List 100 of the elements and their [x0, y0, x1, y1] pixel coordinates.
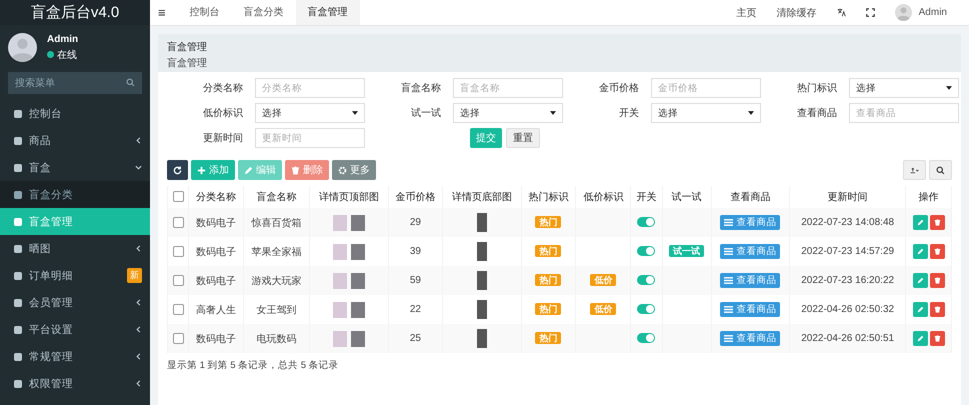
trash-icon: [934, 277, 941, 284]
list-icon: [724, 305, 734, 314]
delete-button[interactable]: [930, 215, 945, 230]
select-all-checkbox[interactable]: [172, 191, 184, 202]
more-button[interactable]: 更多: [332, 160, 376, 180]
row-checkbox[interactable]: [172, 332, 184, 344]
photo-placeholder: [476, 329, 487, 348]
menu-item[interactable]: 商品: [0, 127, 150, 154]
user-status: 在线: [57, 48, 77, 62]
pencil-icon: [916, 248, 924, 255]
nav-tab[interactable]: 控制台: [178, 0, 232, 25]
photo-placeholder: [476, 213, 487, 232]
filter-select[interactable]: 选择: [849, 78, 959, 98]
photo-placeholder: [332, 272, 347, 288]
filter-field[interactable]: 查看商品: [849, 103, 959, 123]
edit-button[interactable]: [912, 215, 928, 230]
breadcrumb: 盲盒管理: [167, 56, 208, 70]
low-price-label: 低价: [590, 274, 616, 286]
menu-item[interactable]: 权限管理: [0, 370, 150, 397]
trash-icon: [934, 248, 941, 255]
photo-placeholder: [350, 330, 365, 346]
list-icon: [724, 247, 734, 256]
top-link[interactable]: 清除缓存: [776, 6, 817, 20]
toggle-switch[interactable]: [637, 304, 656, 314]
filter-select[interactable]: 选择: [651, 103, 761, 123]
edit-button[interactable]: [912, 244, 928, 259]
edit-button[interactable]: [912, 331, 928, 346]
toggle-switch[interactable]: [637, 217, 656, 228]
menu-item[interactable]: 控制台: [0, 100, 150, 127]
filter-field[interactable]: 更新时间: [255, 128, 365, 148]
filter-label: 热门标识: [796, 82, 838, 95]
try-label: 试一试: [669, 245, 704, 257]
fullscreen-icon[interactable]: [866, 8, 875, 17]
edit-button[interactable]: [912, 273, 928, 288]
nav-tab[interactable]: 盲盒分类: [232, 0, 296, 25]
row-checkbox[interactable]: [172, 246, 184, 257]
delete-button[interactable]: [930, 244, 945, 259]
toggle-switch[interactable]: [637, 333, 656, 344]
list-icon: [724, 276, 734, 285]
hot-label: 热门: [535, 245, 562, 257]
photo-placeholder: [332, 244, 347, 260]
filter-select[interactable]: 选择: [255, 103, 365, 123]
chevron-left-icon: [135, 137, 142, 144]
gear-icon: [338, 166, 347, 174]
chevron-left-icon: [135, 245, 142, 252]
filter-field[interactable]: 盲盒名称: [453, 78, 563, 98]
pencil-icon: [916, 219, 924, 226]
filter-label: 分类名称: [202, 82, 244, 95]
menu-item[interactable]: 常规管理: [0, 343, 150, 370]
search-icon: [126, 78, 135, 87]
photo-placeholder: [332, 214, 347, 230]
menu-item[interactable]: 盲盒: [0, 154, 150, 181]
filter-label: 金币价格: [598, 82, 640, 95]
app-logo: 盲盒后台v4.0: [0, 0, 150, 25]
search-button[interactable]: [929, 160, 952, 180]
menu-item[interactable]: 平台设置: [0, 316, 150, 343]
avatar-icon: [8, 33, 37, 62]
menu-item[interactable]: 会员管理: [0, 289, 150, 316]
filter-label: 开关: [618, 106, 640, 120]
photo-placeholder: [332, 330, 347, 346]
row-checkbox[interactable]: [172, 304, 184, 315]
hot-label: 热门: [535, 274, 562, 286]
avatar-icon: [894, 4, 912, 21]
row-checkbox[interactable]: [172, 274, 184, 286]
filter-label: 试一试: [410, 106, 442, 120]
delete-button[interactable]: [930, 273, 945, 288]
photo-placeholder: [350, 272, 365, 288]
translate-icon[interactable]: [836, 8, 846, 17]
filter-label: 更新时间: [202, 132, 244, 145]
refresh-button[interactable]: [167, 160, 188, 180]
menu-toggle[interactable]: ≡: [150, 5, 178, 20]
pencil-icon: [916, 306, 924, 313]
search-icon: [936, 166, 945, 174]
filter-field[interactable]: 分类名称: [255, 78, 365, 98]
plus-icon: [197, 166, 206, 174]
chevron-left-icon: [135, 353, 142, 360]
user-name[interactable]: Admin: [918, 7, 947, 18]
menu-item[interactable]: 晒图: [0, 235, 150, 262]
user-name: Admin: [47, 34, 78, 44]
table-cell: 25: [388, 324, 443, 353]
menu-item[interactable]: 订单明细 新: [0, 262, 150, 289]
toggle-switch[interactable]: [637, 275, 656, 286]
filter-field[interactable]: 金币价格: [651, 78, 761, 98]
toggle-switch[interactable]: [637, 246, 656, 256]
chevron-left-icon: [135, 380, 142, 387]
nav-tab[interactable]: 盲盒管理: [296, 0, 360, 25]
menu-item[interactable]: 盲盒分类: [0, 181, 150, 208]
filter-select[interactable]: 选择: [453, 103, 563, 123]
pencil-icon: [244, 166, 253, 174]
reset-button[interactable]: 重置: [506, 128, 540, 148]
delete-button[interactable]: [930, 331, 945, 346]
edit-button[interactable]: [912, 302, 928, 317]
table-cell: 2022-04-26 02:50:51: [789, 324, 906, 353]
hot-label: 热门: [535, 332, 562, 344]
row-checkbox[interactable]: [172, 216, 184, 228]
table-cell: 游戏大玩家: [243, 266, 310, 295]
top-link[interactable]: 主页: [736, 6, 757, 20]
menu-search-field[interactable]: 搜索菜单: [8, 72, 142, 94]
delete-button[interactable]: [930, 302, 945, 317]
photo-placeholder: [350, 244, 365, 260]
